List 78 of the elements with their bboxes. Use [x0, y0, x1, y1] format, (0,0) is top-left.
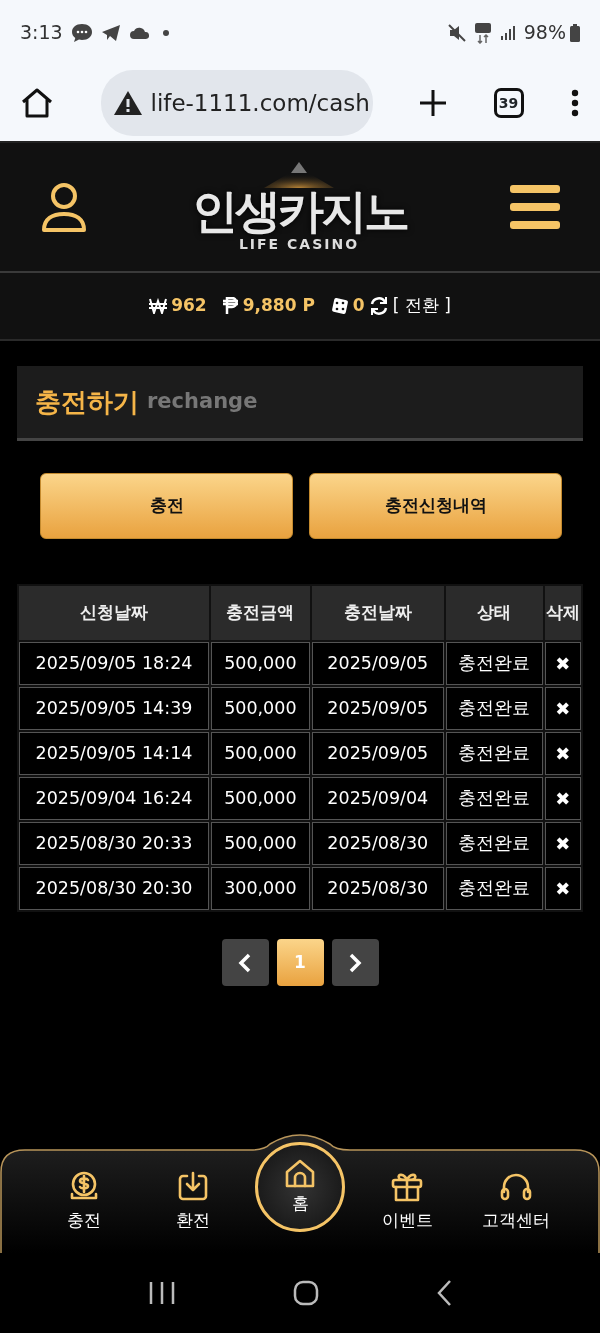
peso-icon	[222, 297, 239, 315]
refresh-icon[interactable]	[368, 296, 389, 316]
table-cell: 2025/09/04 16:24	[19, 777, 209, 820]
home-icon[interactable]	[20, 87, 54, 119]
nav-item[interactable]: 환전	[138, 1169, 247, 1234]
delete-button[interactable]: ✖	[544, 642, 581, 685]
chevron-icon	[348, 952, 362, 973]
delete-button[interactable]: ✖	[544, 867, 581, 910]
nav-item[interactable]: 고객센터	[461, 1169, 570, 1234]
plus-icon[interactable]	[419, 89, 447, 117]
table-cell: 2025/09/05 18:24	[19, 642, 209, 685]
delete-button[interactable]: ✖	[544, 732, 581, 775]
more-icon[interactable]	[570, 89, 580, 117]
dice-icon	[330, 297, 349, 315]
table-cell: 충전완료	[445, 687, 543, 730]
action-button[interactable]: 충전	[40, 473, 293, 539]
table-cell: 충전완료	[445, 642, 543, 685]
table-cell: 충전완료	[445, 732, 543, 775]
chevron-icon	[238, 952, 252, 973]
point-balance: 9,880 P	[242, 294, 315, 318]
column-header: 충전날짜	[311, 586, 444, 640]
column-header: 충전금액	[211, 586, 310, 640]
chat-icon	[70, 22, 93, 43]
clock: 3:13	[20, 20, 63, 46]
tab-count-button[interactable]: 39	[493, 88, 524, 118]
delete-button[interactable]: ✖	[544, 822, 581, 865]
previous-page-button[interactable]	[221, 939, 269, 986]
column-header: 상태	[445, 586, 543, 640]
mute-icon	[447, 23, 466, 42]
column-header: 신청날짜	[19, 586, 209, 640]
table-cell: 2025/08/30 20:30	[19, 867, 209, 910]
delete-button[interactable]: ✖	[544, 687, 581, 730]
table-cell: 2025/09/05	[311, 642, 444, 685]
nav-item[interactable]: 충전	[30, 1169, 139, 1234]
section-subtitle: rechange	[147, 388, 258, 416]
table-cell: 300,000	[211, 867, 310, 910]
table-cell: 2025/09/05 14:14	[19, 732, 209, 775]
next-page-button[interactable]	[331, 939, 379, 986]
table-cell: 2025/09/05	[311, 687, 444, 730]
delete-button[interactable]: ✖	[544, 777, 581, 820]
table-cell: 500,000	[211, 822, 310, 865]
menu-icon[interactable]	[510, 185, 560, 229]
table-cell: 500,000	[211, 777, 310, 820]
home-button-icon[interactable]	[293, 1280, 319, 1306]
url-text: life-1111.com/cash	[150, 88, 370, 118]
table-cell: 충전완료	[445, 822, 543, 865]
nav-item[interactable]: 이벤트	[353, 1169, 462, 1234]
logo-subtitle: LIFE CASINO	[238, 235, 360, 254]
chip-balance: 0	[352, 294, 365, 318]
battery-icon	[570, 23, 580, 42]
table-cell: 500,000	[211, 732, 310, 775]
column-header: 삭제	[544, 586, 581, 640]
recent-apps-icon[interactable]	[148, 1281, 177, 1305]
table-cell: 500,000	[211, 687, 310, 730]
warning-icon	[112, 90, 143, 116]
signal-icon	[499, 24, 516, 41]
paper-plane-icon	[100, 23, 121, 42]
table-cell: 2025/08/30	[311, 867, 444, 910]
logo-title: 인생카지노	[191, 187, 407, 234]
action-button[interactable]: 충전신청내역	[309, 473, 562, 539]
network-icon	[473, 21, 492, 44]
table-cell: 500,000	[211, 642, 310, 685]
section-title: 충전하기	[35, 385, 139, 419]
back-icon[interactable]	[435, 1279, 452, 1307]
table-cell: 충전완료	[445, 867, 543, 910]
table-cell: 2025/08/30 20:33	[19, 822, 209, 865]
table-cell: 충전완료	[445, 777, 543, 820]
address-bar[interactable]: life-1111.com/cash	[100, 70, 373, 136]
switch-link[interactable]: [ 전환 ]	[392, 293, 451, 319]
battery-level: 98%	[523, 20, 566, 46]
table-cell: 2025/09/05	[311, 732, 444, 775]
won-icon	[149, 298, 168, 314]
table-cell: 2025/09/04	[311, 777, 444, 820]
table-cell: 2025/08/30	[311, 822, 444, 865]
user-icon[interactable]	[40, 181, 88, 233]
cloud-icon	[128, 25, 151, 40]
cash-balance: 962	[171, 294, 207, 318]
table-cell: 2025/09/05 14:39	[19, 687, 209, 730]
